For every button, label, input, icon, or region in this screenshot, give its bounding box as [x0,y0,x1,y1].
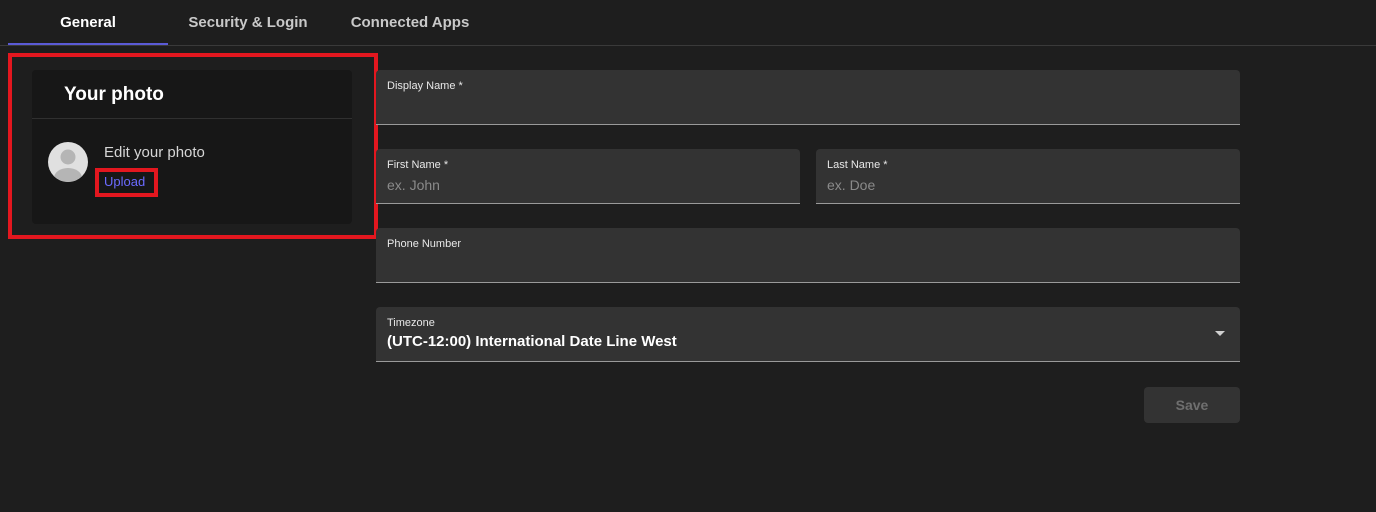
timezone-value: (UTC-12:00) International Date Line West [387,333,677,350]
first-name-input[interactable] [387,175,789,195]
active-tab-indicator [8,43,168,45]
caret-down-icon[interactable] [1215,331,1225,336]
tab-general[interactable]: General [8,0,168,44]
tab-security-login[interactable]: Security & Login [168,0,328,44]
last-name-input[interactable] [827,175,1229,195]
highlight-box-upload [95,168,158,197]
save-button[interactable]: Save [1144,387,1240,423]
phone-number-field[interactable]: Phone Number [376,228,1240,283]
last-name-label: Last Name * [827,159,888,171]
highlight-box-photo-card [8,53,378,239]
last-name-field[interactable]: Last Name * [816,149,1240,204]
phone-number-label: Phone Number [387,238,461,250]
tab-bar: General Security & Login Connected Apps [0,0,1376,46]
display-name-input[interactable] [387,96,1229,116]
timezone-label: Timezone [387,317,435,329]
display-name-label: Display Name * [387,80,463,92]
display-name-field[interactable]: Display Name * [376,70,1240,125]
timezone-select[interactable]: Timezone (UTC-12:00) International Date … [376,307,1240,362]
first-name-field[interactable]: First Name * [376,149,800,204]
phone-number-input[interactable] [387,254,1229,274]
first-name-label: First Name * [387,159,449,171]
tab-connected-apps[interactable]: Connected Apps [330,0,490,44]
